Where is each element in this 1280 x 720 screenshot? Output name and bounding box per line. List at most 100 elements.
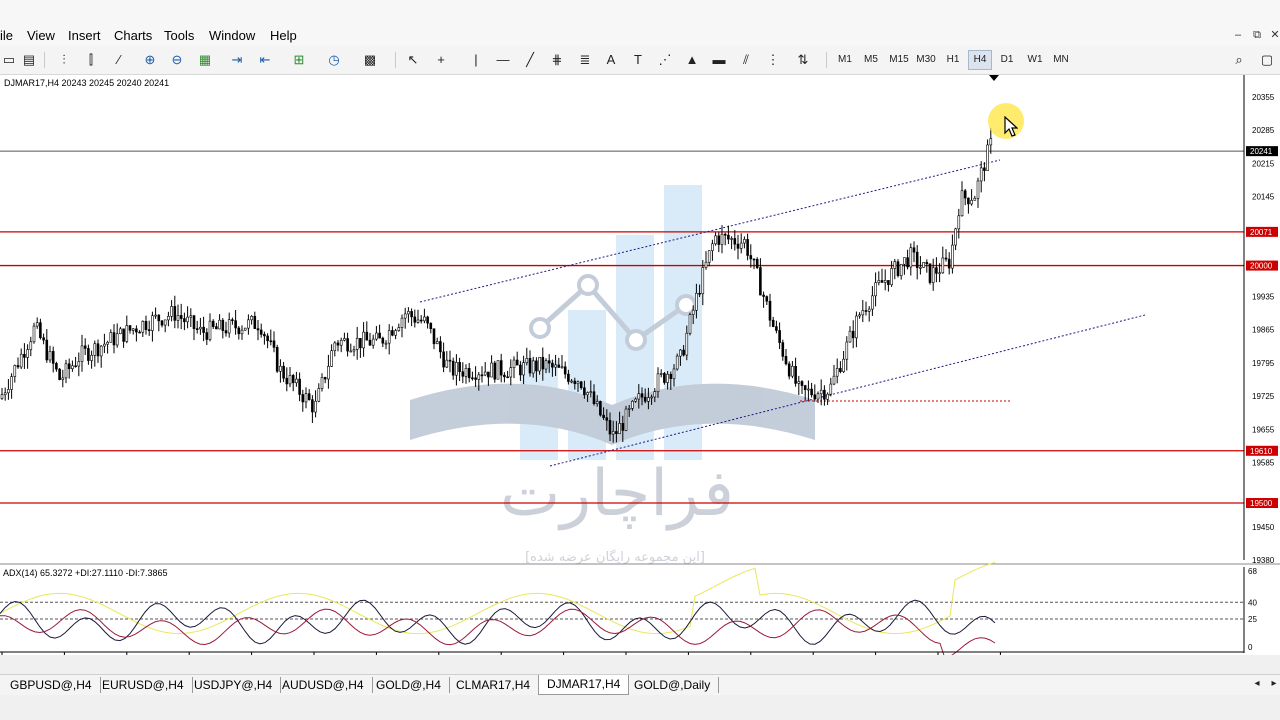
tf-d1[interactable]: D1 bbox=[998, 51, 1016, 69]
search-icon[interactable]: ⌕ bbox=[1230, 51, 1248, 69]
chart-bar-icon[interactable]: ⫶ bbox=[55, 51, 73, 69]
price-tick-label: 19655 bbox=[1252, 425, 1275, 434]
tf-h1[interactable]: H1 bbox=[944, 51, 962, 69]
price-tick-label: 19865 bbox=[1252, 326, 1275, 335]
menu-window[interactable]: Window bbox=[209, 28, 255, 43]
rectangle-icon[interactable]: ▬ bbox=[710, 51, 728, 69]
watermark-text: فراچارت bbox=[500, 457, 734, 531]
arrows-icon[interactable]: ⇅ bbox=[794, 51, 812, 69]
fibo-grid-icon[interactable]: ⋮ bbox=[764, 51, 782, 69]
tab-gold-h4[interactable]: GOLD@,H4 bbox=[368, 677, 450, 693]
candle-body bbox=[455, 362, 458, 376]
candle-body bbox=[61, 377, 65, 380]
text-icon[interactable]: A bbox=[602, 51, 620, 69]
indicators-icon[interactable]: ⊞ bbox=[290, 51, 308, 69]
periods-icon[interactable]: ◷ bbox=[325, 51, 343, 69]
triangle-icon[interactable]: ▲ bbox=[683, 51, 701, 69]
zoom-in-icon[interactable]: ⊕ bbox=[141, 51, 159, 69]
tf-h4[interactable]: H4 bbox=[968, 50, 992, 70]
tab-djmar17[interactable]: DJMAR17,H4 bbox=[538, 675, 630, 695]
candle-body bbox=[304, 393, 308, 403]
chat-icon[interactable]: ▢ bbox=[1258, 51, 1276, 69]
tf-m30[interactable]: M30 bbox=[915, 51, 937, 69]
templates-icon[interactable]: ▩ bbox=[361, 51, 379, 69]
menu-help[interactable]: Help bbox=[270, 28, 297, 43]
candle-body bbox=[42, 337, 45, 341]
candle-body bbox=[640, 393, 644, 398]
tf-m1[interactable]: M1 bbox=[836, 51, 854, 69]
zoom-out-icon[interactable]: ⊖ bbox=[168, 51, 186, 69]
fibo-fan-icon[interactable]: ⋰ bbox=[656, 51, 674, 69]
candle-body bbox=[231, 319, 234, 321]
vertical-line-icon[interactable]: | bbox=[467, 51, 485, 69]
autoscroll-icon[interactable]: ⇤ bbox=[256, 51, 274, 69]
candle-body bbox=[163, 319, 167, 326]
candle-body bbox=[576, 381, 580, 385]
tf-w1[interactable]: W1 bbox=[1025, 51, 1045, 69]
candle-body bbox=[400, 317, 404, 328]
candle-body bbox=[679, 349, 682, 357]
crosshair-icon[interactable]: + bbox=[432, 51, 450, 69]
new-chart-icon[interactable]: ▭ bbox=[0, 51, 18, 69]
fibonacci-icon[interactable]: ≣ bbox=[576, 51, 594, 69]
menu-view[interactable]: View bbox=[27, 28, 55, 43]
candle-body bbox=[93, 343, 97, 356]
tab-gold-daily[interactable]: GOLD@,Daily bbox=[626, 677, 720, 693]
candle-body bbox=[803, 385, 807, 390]
candle-body bbox=[944, 257, 948, 260]
candle-body bbox=[394, 330, 397, 336]
menu-file[interactable]: ile bbox=[0, 28, 13, 43]
candle-body bbox=[317, 388, 321, 402]
close-icon[interactable]: ✕ bbox=[1268, 28, 1280, 42]
candle-body bbox=[29, 341, 33, 350]
price-chart[interactable]: فراچارت [این مجموعه رایگان عرضه شده] 20355… bbox=[0, 75, 1280, 655]
tf-m5[interactable]: M5 bbox=[862, 51, 880, 69]
time-tick-label: 17 Jan 09:00 bbox=[562, 653, 611, 655]
text-label-icon[interactable]: T bbox=[629, 51, 647, 69]
tf-m15[interactable]: M15 bbox=[888, 51, 910, 69]
candle-body bbox=[343, 338, 346, 341]
candle-body bbox=[512, 359, 516, 369]
tab-audusd[interactable]: AUDUSD@,H4 bbox=[274, 677, 373, 693]
profiles-icon[interactable]: ▤ bbox=[20, 51, 38, 69]
menu-charts[interactable]: Charts bbox=[114, 28, 152, 43]
candle-body bbox=[253, 315, 257, 329]
scroll-right-icon[interactable]: ▸ bbox=[1265, 675, 1280, 693]
tab-usdjpy[interactable]: USDJPY@,H4 bbox=[186, 677, 282, 693]
tab-clmar17[interactable]: CLMAR17,H4 bbox=[448, 677, 540, 693]
candle-body bbox=[771, 319, 775, 327]
candle-body bbox=[154, 314, 157, 317]
candle-body bbox=[608, 420, 612, 435]
scroll-left-icon[interactable]: ◂ bbox=[1248, 675, 1266, 693]
trendline-icon[interactable]: ╱ bbox=[521, 51, 539, 69]
tile-windows-icon[interactable]: ▦ bbox=[196, 51, 214, 69]
candle-body bbox=[55, 363, 58, 370]
candle-body bbox=[314, 400, 317, 413]
equidistant-channel-icon[interactable]: ⋕ bbox=[548, 51, 566, 69]
tf-mn[interactable]: MN bbox=[1051, 51, 1071, 69]
candle-body bbox=[826, 393, 829, 400]
parallel-channel-icon[interactable]: ⫽ bbox=[737, 51, 755, 69]
price-tick-label: 19585 bbox=[1252, 459, 1275, 468]
menu-tools[interactable]: Tools bbox=[164, 28, 194, 43]
chart-shift-icon[interactable]: ⇥ bbox=[228, 51, 246, 69]
menu-insert[interactable]: Insert bbox=[68, 28, 101, 43]
candlestick-icon[interactable]: ⫿ bbox=[82, 51, 100, 69]
cursor-icon[interactable]: ↖ bbox=[404, 51, 422, 69]
candle-body bbox=[247, 319, 250, 329]
restore-icon[interactable]: ⧉ bbox=[1250, 28, 1264, 42]
candle-body bbox=[762, 294, 765, 297]
candle-body bbox=[48, 351, 52, 361]
candle-body bbox=[13, 365, 17, 377]
candle-body bbox=[426, 316, 429, 324]
tab-eurusd[interactable]: EURUSD@,H4 bbox=[94, 677, 193, 693]
chart-window[interactable]: فراچارت [این مجموعه رایگان عرضه شده] 20355… bbox=[0, 75, 1280, 655]
candle-body bbox=[528, 358, 532, 374]
tab-gbpusd[interactable]: GBPUSD@,H4 bbox=[2, 677, 101, 693]
candle-body bbox=[615, 431, 618, 435]
line-chart-icon[interactable]: ∕ bbox=[110, 51, 128, 69]
time-tick-label: 30 Dec 13:00 bbox=[312, 653, 363, 655]
horizontal-line-icon[interactable]: — bbox=[494, 51, 512, 69]
minimize-icon[interactable]: – bbox=[1231, 28, 1245, 42]
candle-body bbox=[960, 190, 964, 217]
